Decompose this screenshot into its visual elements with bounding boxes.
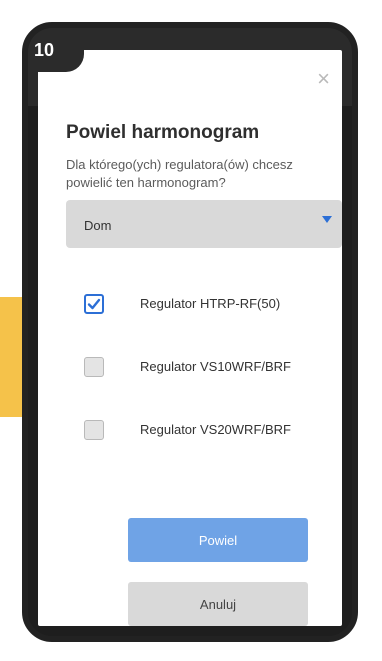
duplicate-schedule-modal: × Powiel harmonogram Dla którego(ych) re…	[38, 50, 342, 626]
step-number: 10	[34, 40, 55, 60]
close-icon[interactable]: ×	[317, 68, 330, 90]
option-label: Regulator HTRP-RF(50)	[140, 296, 281, 311]
cancel-button[interactable]: Anuluj	[128, 582, 308, 626]
modal-subtitle: Dla którego(ych) regulatora(ów) chcesz p…	[66, 157, 293, 190]
phone-frame: × Powiel harmonogram Dla którego(ych) re…	[22, 22, 358, 642]
option-regulator-vs10[interactable]: Regulator VS10WRF/BRF	[84, 357, 334, 387]
option-regulator-htrp[interactable]: Regulator HTRP-RF(50)	[84, 294, 334, 324]
checkbox-unchecked[interactable]	[84, 357, 104, 377]
chevron-down-icon	[322, 216, 332, 223]
option-label: Regulator VS10WRF/BRF	[140, 359, 291, 374]
location-select-value: Dom	[84, 218, 112, 233]
step-badge: 10	[28, 28, 84, 72]
location-select[interactable]: Dom	[66, 200, 342, 248]
checkmark-icon	[87, 298, 101, 310]
checkbox-unchecked[interactable]	[84, 420, 104, 440]
checkbox-checked[interactable]	[84, 294, 104, 314]
option-label: Regulator VS20WRF/BRF	[140, 422, 291, 437]
duplicate-button[interactable]: Powiel	[128, 518, 308, 562]
modal-title: Powiel harmonogram	[66, 122, 260, 143]
option-regulator-vs20[interactable]: Regulator VS20WRF/BRF	[84, 420, 334, 450]
